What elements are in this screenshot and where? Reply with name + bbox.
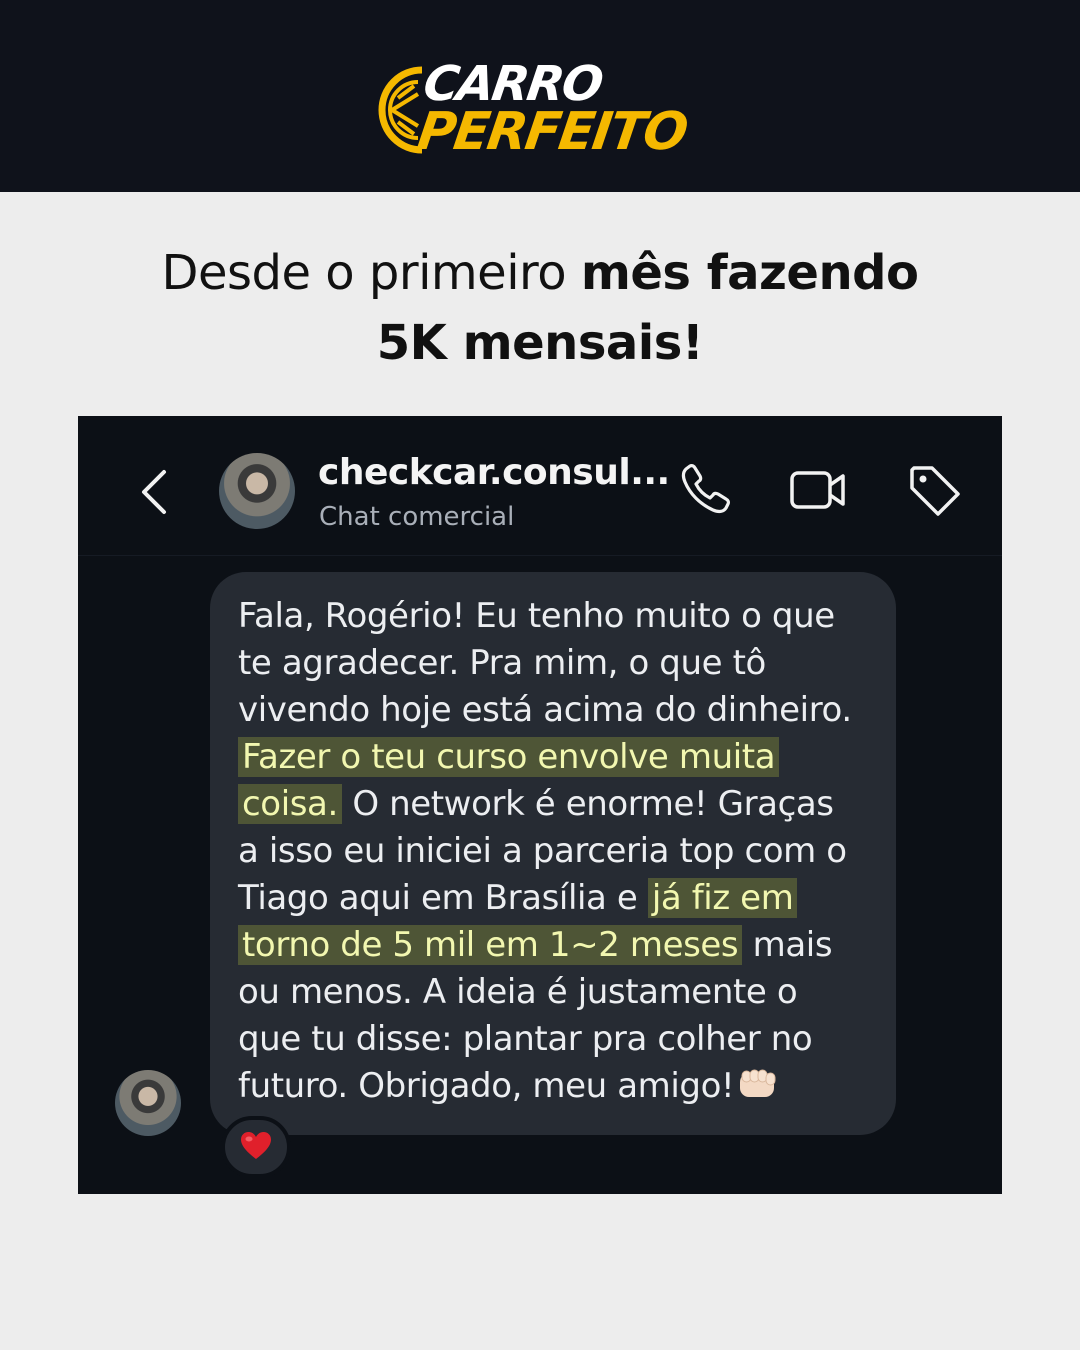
message-text: vivendo hoje está acima do dinheiro. [238,690,852,730]
message-text: ou menos. A ideia é justamente o [238,972,798,1012]
headline-line-2: 5K mensais! [0,308,1080,378]
message-line: futuro. Obrigado, meu amigo! [238,1063,780,1110]
message-line: Fazer o teu curso envolve muita [238,734,780,781]
message-text: que tu disse: plantar pra colher no [238,1019,813,1059]
top-banner: CARRO PERFEITO [0,0,1080,192]
headline: Desde o primeiro mês fazendo 5K mensais! [0,238,1080,378]
contact-subtitle: Chat comercial [319,502,515,532]
message-line: a isso eu iniciei a parceria top com o [238,828,847,875]
message-text: te agradecer. Pra mim, o que tô [238,643,766,683]
message-line: torno de 5 mil em 1~2 meses mais [238,922,833,969]
fist-bump-emoji-icon [740,1069,776,1097]
message-bubble[interactable]: Fala, Rogério! Eu tenho muito o que te a… [210,572,896,1135]
sender-avatar[interactable] [115,1070,181,1136]
message-line: coisa. O network é enorme! Graças [238,781,834,828]
red-heart-emoji-icon [241,1132,271,1159]
logo-text-perfeito: PERFEITO [413,102,690,162]
message-text: Tiago aqui em Brasília e [238,878,648,918]
carro-perfeito-logo: CARRO PERFEITO [378,56,708,162]
message-text: a isso eu iniciei a parceria top com o [238,831,847,871]
headline-line-1: Desde o primeiro mês fazendo [0,238,1080,308]
highlighted-text: Fazer o teu curso envolve muita [238,737,780,777]
highlighted-text: coisa. [238,784,342,824]
headline-bold-2: 5K mensais! [376,315,704,371]
video-camera-icon[interactable] [788,460,848,520]
message-line: que tu disse: plantar pra colher no [238,1016,813,1063]
highlighted-text: torno de 5 mil em 1~2 meses [238,925,743,965]
chat-screenshot: checkcar.consul... Chat comercial Fala, … [78,416,1002,1194]
message-line: vivendo hoje está acima do dinheiro. [238,687,852,734]
message-line: Fala, Rogério! Eu tenho muito o que [238,593,835,640]
message-text: mais [742,925,833,965]
message-line: Tiago aqui em Brasília e já fiz em [238,875,798,922]
contact-name[interactable]: checkcar.consul... [318,452,670,493]
headline-bold-1: mês fazendo [580,245,919,301]
message-text: Fala, Rogério! Eu tenho muito o que [238,596,835,636]
logo-text-carro: CARRO [420,56,606,112]
chat-header: checkcar.consul... Chat comercial [78,416,1002,556]
headline-regular: Desde o primeiro [161,245,581,301]
tag-icon[interactable] [904,460,964,520]
message-line: ou menos. A ideia é justamente o [238,969,798,1016]
message-line: te agradecer. Pra mim, o que tô [238,640,766,687]
chevron-left-icon[interactable] [134,464,174,520]
reaction-badge[interactable] [221,1116,291,1178]
message-text: futuro. Obrigado, meu amigo! [238,1066,735,1106]
message-text: O network é enorme! Graças [341,784,834,824]
phone-icon[interactable] [676,460,736,520]
contact-avatar[interactable] [219,453,295,529]
highlighted-text: já fiz em [647,878,798,918]
